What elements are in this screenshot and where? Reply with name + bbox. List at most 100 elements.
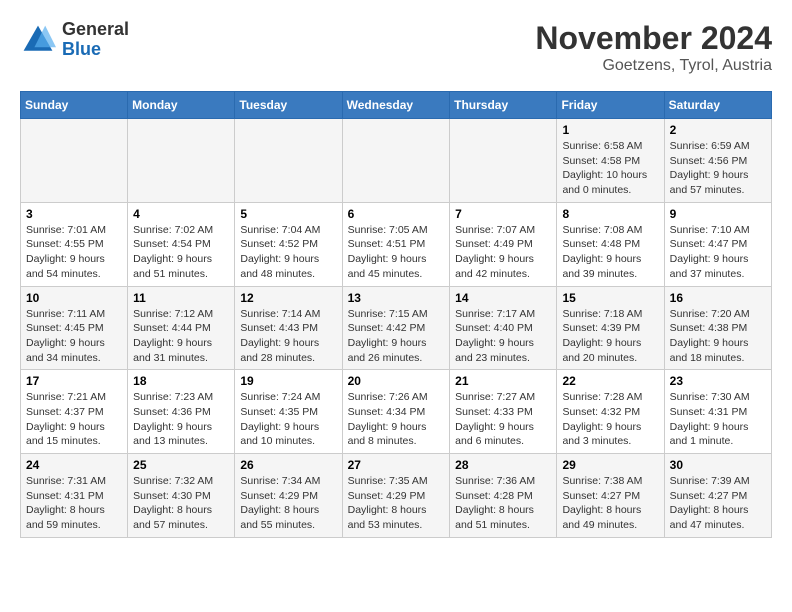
weekday-header-cell: Wednesday [342, 92, 450, 119]
day-number: 9 [670, 207, 766, 221]
day-number: 5 [240, 207, 336, 221]
day-number: 23 [670, 374, 766, 388]
calendar-cell: 1 Sunrise: 6:58 AMSunset: 4:58 PMDaylight… [557, 119, 664, 203]
calendar-week-row: 3Sunrise: 7:01 AMSunset: 4:55 PMDaylight… [21, 202, 772, 286]
calendar-week-row: 17 Sunrise: 7:21 AMSunset: 4:37 PMDayligh… [21, 370, 772, 454]
calendar-cell: 22Sunrise: 7:28 AMSunset: 4:32 PMDayligh… [557, 370, 664, 454]
day-number: 12 [240, 291, 336, 305]
calendar-cell: 29 Sunrise: 7:38 AMSunset: 4:27 PMDayligh… [557, 454, 664, 538]
day-info: Sunrise: 7:26 AMSunset: 4:34 PMDaylight:… [348, 390, 445, 449]
calendar-cell: 17 Sunrise: 7:21 AMSunset: 4:37 PMDayligh… [21, 370, 128, 454]
calendar-cell: 24 Sunrise: 7:31 AMSunset: 4:31 PMDayligh… [21, 454, 128, 538]
calendar-table: SundayMondayTuesdayWednesdayThursdayFrid… [20, 91, 772, 538]
title-block: November 2024 Goetzens, Tyrol, Austria [535, 20, 772, 75]
calendar-cell: 18Sunrise: 7:23 AMSunset: 4:36 PMDayligh… [128, 370, 235, 454]
day-number: 2 [670, 123, 766, 137]
calendar-cell: 11Sunrise: 7:12 AMSunset: 4:44 PMDayligh… [128, 286, 235, 370]
day-info: Sunrise: 6:59 AMSunset: 4:56 PMDaylight:… [670, 139, 766, 198]
day-number: 24 [26, 458, 122, 472]
day-info: Sunrise: 7:08 AMSunset: 4:48 PMDaylight:… [562, 223, 658, 282]
calendar-cell: 21 Sunrise: 7:27 AMSunset: 4:33 PMDayligh… [450, 370, 557, 454]
calendar-body: 1 Sunrise: 6:58 AMSunset: 4:58 PMDaylight… [21, 119, 772, 538]
day-info: Sunrise: 7:31 AMSunset: 4:31 PMDaylight:… [26, 474, 122, 533]
day-info: Sunrise: 7:24 AMSunset: 4:35 PMDaylight:… [240, 390, 336, 449]
day-number: 20 [348, 374, 445, 388]
day-number: 17 [26, 374, 122, 388]
calendar-cell: 15 Sunrise: 7:18 AMSunset: 4:39 PMDayligh… [557, 286, 664, 370]
calendar-cell: 10Sunrise: 7:11 AMSunset: 4:45 PMDayligh… [21, 286, 128, 370]
day-info: Sunrise: 6:58 AMSunset: 4:58 PMDaylight:… [562, 139, 658, 198]
day-info: Sunrise: 7:20 AMSunset: 4:38 PMDaylight:… [670, 307, 766, 366]
calendar-cell: 19Sunrise: 7:24 AMSunset: 4:35 PMDayligh… [235, 370, 342, 454]
logo-icon [20, 22, 56, 58]
calendar-cell: 30Sunrise: 7:39 AMSunset: 4:27 PMDayligh… [664, 454, 771, 538]
calendar-cell: 13Sunrise: 7:15 AMSunset: 4:42 PMDayligh… [342, 286, 450, 370]
day-info: Sunrise: 7:07 AMSunset: 4:49 PMDaylight:… [455, 223, 551, 282]
calendar-cell: 8 Sunrise: 7:08 AMSunset: 4:48 PMDaylight… [557, 202, 664, 286]
logo: General Blue [20, 20, 129, 60]
calendar-cell [342, 119, 450, 203]
logo-text-blue: Blue [62, 39, 101, 59]
day-info: Sunrise: 7:10 AMSunset: 4:47 PMDaylight:… [670, 223, 766, 282]
day-info: Sunrise: 7:12 AMSunset: 4:44 PMDaylight:… [133, 307, 229, 366]
day-info: Sunrise: 7:11 AMSunset: 4:45 PMDaylight:… [26, 307, 122, 366]
day-info: Sunrise: 7:30 AMSunset: 4:31 PMDaylight:… [670, 390, 766, 449]
calendar-cell: 27 Sunrise: 7:35 AMSunset: 4:29 PMDayligh… [342, 454, 450, 538]
day-number: 14 [455, 291, 551, 305]
weekday-header-cell: Saturday [664, 92, 771, 119]
day-info: Sunrise: 7:14 AMSunset: 4:43 PMDaylight:… [240, 307, 336, 366]
calendar-cell: 3Sunrise: 7:01 AMSunset: 4:55 PMDaylight… [21, 202, 128, 286]
calendar-week-row: 24 Sunrise: 7:31 AMSunset: 4:31 PMDayligh… [21, 454, 772, 538]
day-number: 6 [348, 207, 445, 221]
weekday-header-row: SundayMondayTuesdayWednesdayThursdayFrid… [21, 92, 772, 119]
calendar-cell: 26Sunrise: 7:34 AMSunset: 4:29 PMDayligh… [235, 454, 342, 538]
day-info: Sunrise: 7:27 AMSunset: 4:33 PMDaylight:… [455, 390, 551, 449]
day-number: 22 [562, 374, 658, 388]
calendar-week-row: 1 Sunrise: 6:58 AMSunset: 4:58 PMDaylight… [21, 119, 772, 203]
day-number: 15 [562, 291, 658, 305]
day-number: 16 [670, 291, 766, 305]
calendar-cell: 6 Sunrise: 7:05 AMSunset: 4:51 PMDaylight… [342, 202, 450, 286]
weekday-header-cell: Sunday [21, 92, 128, 119]
calendar-cell: 28 Sunrise: 7:36 AMSunset: 4:28 PMDayligh… [450, 454, 557, 538]
day-info: Sunrise: 7:15 AMSunset: 4:42 PMDaylight:… [348, 307, 445, 366]
calendar-cell: 23 Sunrise: 7:30 AMSunset: 4:31 PMDayligh… [664, 370, 771, 454]
day-number: 8 [562, 207, 658, 221]
calendar-subtitle: Goetzens, Tyrol, Austria [535, 57, 772, 75]
day-info: Sunrise: 7:21 AMSunset: 4:37 PMDaylight:… [26, 390, 122, 449]
logo-text-general: General [62, 19, 129, 39]
calendar-cell: 9 Sunrise: 7:10 AMSunset: 4:47 PMDaylight… [664, 202, 771, 286]
day-number: 28 [455, 458, 551, 472]
day-info: Sunrise: 7:36 AMSunset: 4:28 PMDaylight:… [455, 474, 551, 533]
day-number: 25 [133, 458, 229, 472]
calendar-title: November 2024 [535, 20, 772, 57]
day-number: 26 [240, 458, 336, 472]
calendar-cell: 5Sunrise: 7:04 AMSunset: 4:52 PMDaylight… [235, 202, 342, 286]
calendar-cell [235, 119, 342, 203]
weekday-header-cell: Tuesday [235, 92, 342, 119]
day-info: Sunrise: 7:02 AMSunset: 4:54 PMDaylight:… [133, 223, 229, 282]
day-info: Sunrise: 7:05 AMSunset: 4:51 PMDaylight:… [348, 223, 445, 282]
day-info: Sunrise: 7:18 AMSunset: 4:39 PMDaylight:… [562, 307, 658, 366]
day-number: 3 [26, 207, 122, 221]
day-number: 1 [562, 123, 658, 137]
day-info: Sunrise: 7:32 AMSunset: 4:30 PMDaylight:… [133, 474, 229, 533]
day-info: Sunrise: 7:38 AMSunset: 4:27 PMDaylight:… [562, 474, 658, 533]
calendar-week-row: 10Sunrise: 7:11 AMSunset: 4:45 PMDayligh… [21, 286, 772, 370]
weekday-header-cell: Friday [557, 92, 664, 119]
weekday-header-cell: Thursday [450, 92, 557, 119]
calendar-cell [128, 119, 235, 203]
day-number: 29 [562, 458, 658, 472]
calendar-cell: 25 Sunrise: 7:32 AMSunset: 4:30 PMDayligh… [128, 454, 235, 538]
calendar-cell [21, 119, 128, 203]
calendar-cell: 16 Sunrise: 7:20 AMSunset: 4:38 PMDayligh… [664, 286, 771, 370]
day-info: Sunrise: 7:35 AMSunset: 4:29 PMDaylight:… [348, 474, 445, 533]
calendar-cell: 7Sunrise: 7:07 AMSunset: 4:49 PMDaylight… [450, 202, 557, 286]
calendar-cell: 4Sunrise: 7:02 AMSunset: 4:54 PMDaylight… [128, 202, 235, 286]
day-info: Sunrise: 7:39 AMSunset: 4:27 PMDaylight:… [670, 474, 766, 533]
calendar-cell: 20 Sunrise: 7:26 AMSunset: 4:34 PMDayligh… [342, 370, 450, 454]
day-number: 27 [348, 458, 445, 472]
page-header: General Blue November 2024 Goetzens, Tyr… [20, 20, 772, 75]
day-number: 21 [455, 374, 551, 388]
weekday-header-cell: Monday [128, 92, 235, 119]
